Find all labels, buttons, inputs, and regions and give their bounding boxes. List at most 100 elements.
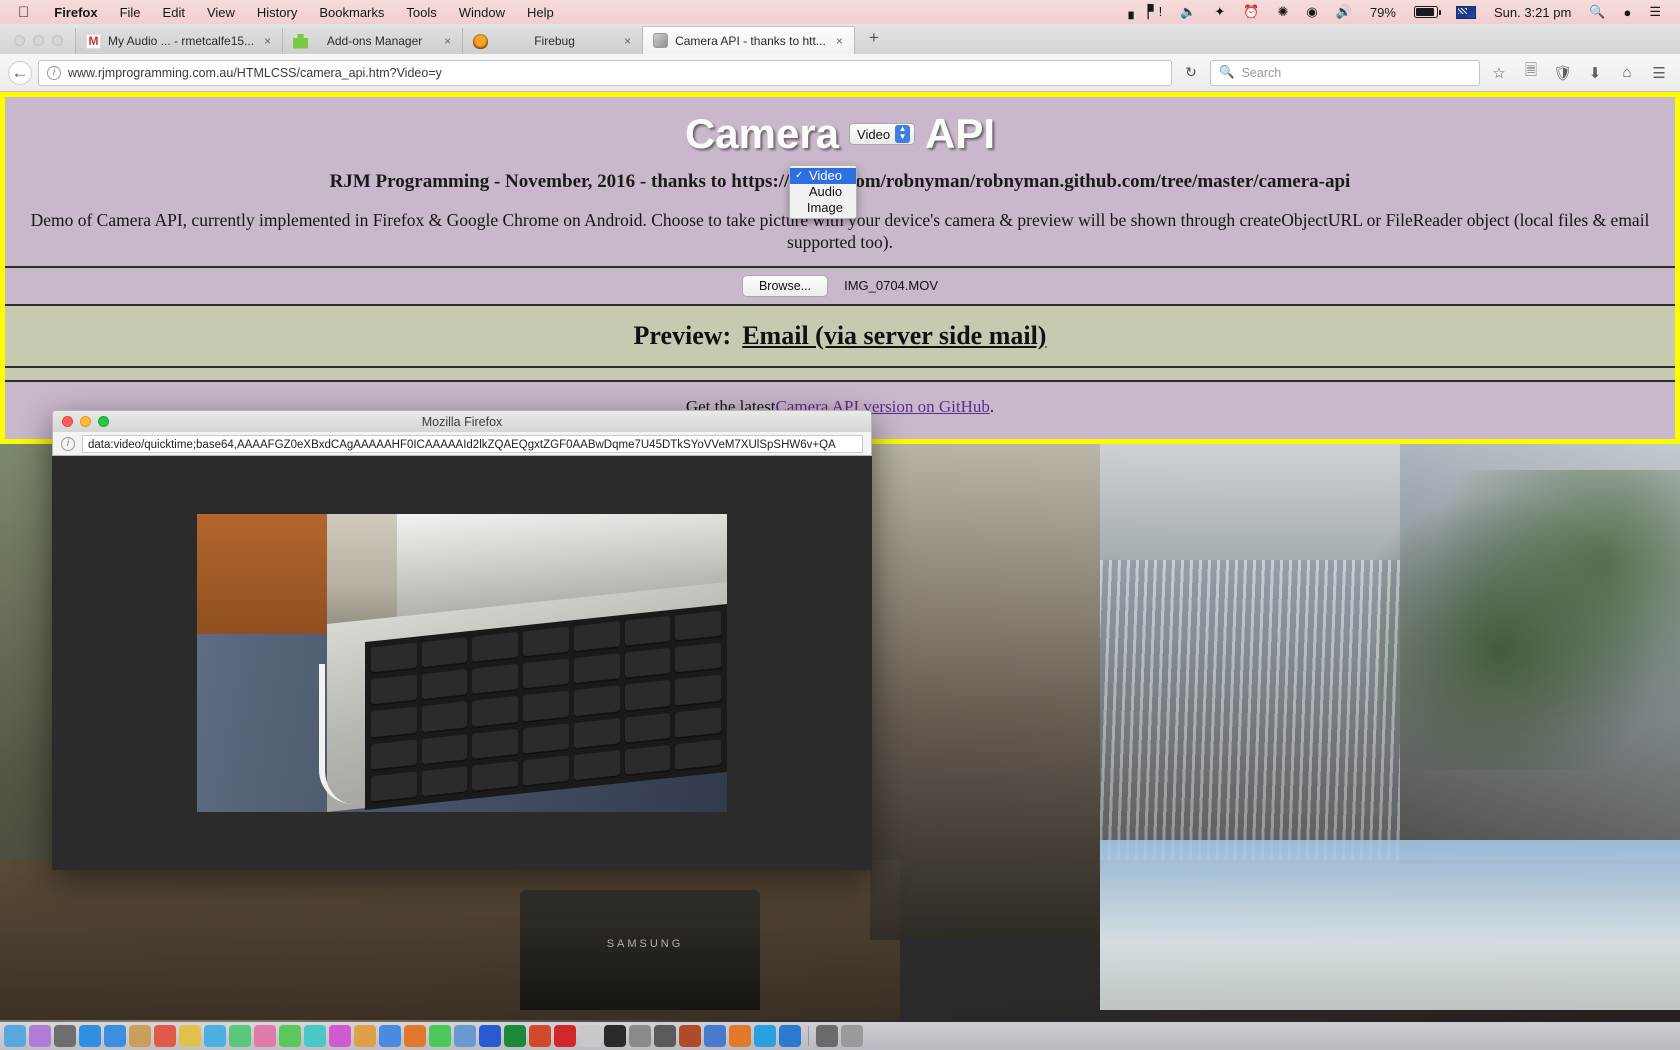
apple-icon[interactable]:  bbox=[0, 4, 43, 21]
dock-contacts-icon[interactable] bbox=[129, 1025, 151, 1047]
browse-button[interactable]: Browse... bbox=[741, 274, 829, 297]
dialog-url-text[interactable]: data:video/quicktime;base64,AAAAFGZ0eXBx… bbox=[82, 434, 863, 453]
dock-maps-icon[interactable] bbox=[229, 1025, 251, 1047]
dock-itunes-icon[interactable] bbox=[329, 1025, 351, 1047]
menu-item-help[interactable]: Help bbox=[516, 5, 565, 20]
dock-quicktime-icon[interactable] bbox=[704, 1025, 726, 1047]
dock-dropbox-icon[interactable] bbox=[779, 1025, 801, 1047]
dock-terminal-icon[interactable] bbox=[604, 1025, 626, 1047]
time-machine-icon[interactable]: ⏰ bbox=[1234, 4, 1268, 20]
dock-downloads-stack-icon[interactable] bbox=[816, 1025, 838, 1047]
gmail-icon bbox=[86, 33, 101, 49]
search-input[interactable]: 🔍 Search bbox=[1210, 59, 1480, 86]
notification-center-icon[interactable]: ☰ bbox=[1640, 4, 1670, 20]
wifi-icon[interactable]: ◉ bbox=[1297, 4, 1326, 20]
shield-icon[interactable]: 🛡 bbox=[1550, 60, 1576, 86]
dock-calendar-icon[interactable] bbox=[154, 1025, 176, 1047]
dock-firefox-icon[interactable] bbox=[404, 1025, 426, 1047]
tab-addons-manager[interactable]: Add-ons Manager × bbox=[282, 28, 463, 54]
menu-item-firefox[interactable]: Firefox bbox=[43, 5, 108, 20]
back-arrow-icon[interactable]: ← bbox=[8, 60, 32, 85]
dropdown-option-image[interactable]: Image bbox=[790, 200, 856, 216]
minimize-window-button[interactable] bbox=[33, 35, 44, 46]
dock-reminders-icon[interactable] bbox=[204, 1025, 226, 1047]
puzzle-icon bbox=[293, 33, 309, 49]
dock-system-preferences-icon[interactable] bbox=[629, 1025, 651, 1047]
bluetooth-icon[interactable]: ✺ bbox=[1269, 4, 1298, 20]
tab-close-icon[interactable]: × bbox=[261, 34, 274, 48]
dock-skype-icon[interactable] bbox=[754, 1025, 776, 1047]
dock-chrome-icon[interactable] bbox=[429, 1025, 451, 1047]
dock-mail-icon[interactable] bbox=[104, 1025, 126, 1047]
hamburger-menu-icon[interactable]: ☰ bbox=[1646, 60, 1672, 86]
dock-facetime-icon[interactable] bbox=[304, 1025, 326, 1047]
mac-menu-bar:  Firefox File Edit View History Bookmar… bbox=[0, 0, 1680, 24]
volume-icon[interactable]: 🔊 bbox=[1327, 4, 1361, 20]
dialog-address-bar[interactable]: i data:video/quicktime;base64,AAAAFGZ0eX… bbox=[52, 432, 872, 456]
menu-item-tools[interactable]: Tools bbox=[395, 5, 447, 20]
tab-close-icon[interactable]: × bbox=[621, 34, 634, 48]
airplay-icon[interactable]: 🔈 bbox=[1171, 4, 1205, 20]
menu-item-bookmarks[interactable]: Bookmarks bbox=[308, 5, 395, 20]
window-traffic-lights bbox=[0, 35, 75, 54]
dock-trash-icon[interactable] bbox=[841, 1025, 863, 1047]
media-mode-value: Video bbox=[857, 126, 891, 142]
tab-close-icon[interactable]: × bbox=[441, 34, 454, 48]
menu-item-file[interactable]: File bbox=[109, 5, 152, 20]
dialog-title-bar[interactable]: Mozilla Firefox bbox=[52, 410, 872, 432]
tab-my-audio[interactable]: My Audio ... - rmetcalfe15... × bbox=[75, 28, 283, 54]
dock-separator bbox=[808, 1026, 809, 1046]
dock-siri-icon[interactable] bbox=[29, 1025, 51, 1047]
dock-powerpoint-icon[interactable] bbox=[529, 1025, 551, 1047]
menu-item-view[interactable]: View bbox=[196, 5, 246, 20]
battery-icon[interactable] bbox=[1405, 6, 1447, 18]
search-icon[interactable]: 🔍 bbox=[1580, 4, 1614, 20]
dock-dictionary-icon[interactable] bbox=[679, 1025, 701, 1047]
reader-list-icon[interactable]: 🗏 bbox=[1518, 60, 1544, 86]
menubar-clock[interactable]: Sun. 3:21 pm bbox=[1485, 5, 1580, 20]
menu-item-edit[interactable]: Edit bbox=[152, 5, 196, 20]
siri-icon[interactable]: ● bbox=[1614, 5, 1640, 20]
dock-excel-icon[interactable] bbox=[504, 1025, 526, 1047]
new-tab-button[interactable]: + bbox=[855, 28, 893, 54]
dock-messages-icon[interactable] bbox=[279, 1025, 301, 1047]
dock-launchpad-icon[interactable] bbox=[54, 1025, 76, 1047]
dock-calculator-icon[interactable] bbox=[654, 1025, 676, 1047]
reload-icon[interactable]: ↻ bbox=[1178, 60, 1204, 86]
media-mode-dropdown-menu[interactable]: ✓ Video Audio Image bbox=[789, 165, 857, 219]
dropdown-option-video[interactable]: ✓ Video bbox=[790, 168, 856, 184]
wallpaper-curtain-stripes bbox=[1100, 560, 1400, 860]
email-link[interactable]: Email (via server side mail) bbox=[742, 321, 1046, 351]
dock-notes-icon[interactable] bbox=[179, 1025, 201, 1047]
dock-ibooks-icon[interactable] bbox=[354, 1025, 376, 1047]
dock-vlc-icon[interactable] bbox=[729, 1025, 751, 1047]
downloads-icon[interactable]: ⬇ bbox=[1582, 60, 1608, 86]
dock-safari-icon[interactable] bbox=[79, 1025, 101, 1047]
close-window-button[interactable] bbox=[14, 35, 25, 46]
page-info-icon[interactable]: i bbox=[61, 436, 75, 451]
dock-word-icon[interactable] bbox=[479, 1025, 501, 1047]
dock-photos-icon[interactable] bbox=[254, 1025, 276, 1047]
home-icon[interactable]: ⌂ bbox=[1614, 60, 1640, 86]
dock-appstore-icon[interactable] bbox=[379, 1025, 401, 1047]
equalizer-icon[interactable]: ▖▕▘! bbox=[1120, 4, 1172, 20]
australia-flag-icon[interactable] bbox=[1447, 5, 1485, 19]
media-mode-select[interactable]: Video ▲ ▼ bbox=[849, 123, 916, 145]
bookmark-star-icon[interactable]: ☆ bbox=[1486, 60, 1512, 86]
dropbox-icon[interactable]: ✦ bbox=[1205, 4, 1234, 20]
dock-finder-icon[interactable] bbox=[4, 1025, 26, 1047]
page-info-icon[interactable]: i bbox=[47, 65, 61, 80]
page-title-suffix: API bbox=[925, 110, 996, 157]
dock-textedit-icon[interactable] bbox=[579, 1025, 601, 1047]
tab-close-icon[interactable]: × bbox=[833, 34, 846, 48]
dock-filezilla-icon[interactable] bbox=[554, 1025, 576, 1047]
video-preview[interactable] bbox=[197, 514, 727, 812]
menu-item-window[interactable]: Window bbox=[448, 5, 516, 20]
dropdown-option-audio[interactable]: Audio bbox=[790, 184, 856, 200]
address-bar[interactable]: i www.rjmprogramming.com.au/HTMLCSS/came… bbox=[38, 59, 1172, 86]
tab-camera-api[interactable]: Camera API - thanks to htt... × bbox=[642, 26, 855, 54]
dock-preview-icon[interactable] bbox=[454, 1025, 476, 1047]
zoom-window-button[interactable] bbox=[52, 35, 63, 46]
tab-firebug[interactable]: Firebug × bbox=[462, 28, 643, 54]
menu-item-history[interactable]: History bbox=[246, 5, 308, 20]
